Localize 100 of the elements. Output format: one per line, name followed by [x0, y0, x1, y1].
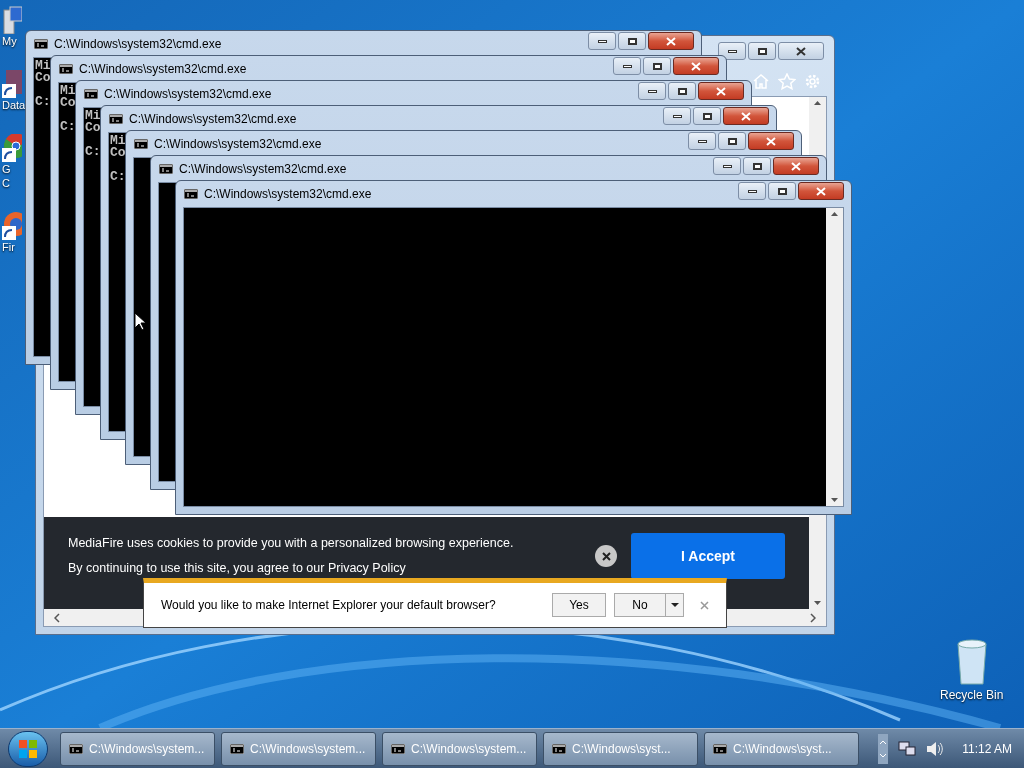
- console-line: Co: [85, 122, 101, 134]
- close-button[interactable]: [648, 32, 694, 50]
- console-prompt: C:: [35, 96, 51, 108]
- volume-icon[interactable]: [926, 740, 945, 757]
- console-icon: [230, 743, 244, 754]
- close-button[interactable]: [773, 157, 819, 175]
- close-icon: [816, 186, 826, 196]
- console-prompt: C:: [85, 146, 101, 158]
- console-prompt: C:: [110, 171, 126, 183]
- close-icon: [601, 551, 611, 561]
- taskbar-button[interactable]: C:\Windows\syst...: [704, 731, 859, 766]
- scroll-up-icon[interactable]: [831, 212, 838, 216]
- close-icon[interactable]: [700, 600, 709, 610]
- minimize-button[interactable]: [738, 182, 766, 200]
- maximize-button[interactable]: [718, 132, 746, 150]
- close-icon: [691, 61, 701, 71]
- star-icon: [778, 72, 796, 90]
- accept-button[interactable]: I Accept: [631, 533, 785, 579]
- computer-icon: [2, 6, 22, 34]
- taskbar-button[interactable]: C:\Windows\system...: [221, 731, 376, 766]
- minimize-button[interactable]: [613, 57, 641, 75]
- icon-label: C: [1, 176, 10, 190]
- icon-label: My: [1, 34, 17, 48]
- taskbar-button[interactable]: C:\Windows\system...: [382, 731, 537, 766]
- console-line: Co: [60, 97, 76, 109]
- close-button[interactable]: [748, 132, 794, 150]
- console-icon: [391, 743, 405, 754]
- minimize-button[interactable]: [718, 42, 746, 60]
- close-button[interactable]: [595, 545, 617, 567]
- cookie-text: MediaFire uses cookies to provide you with a personalized browsing experience.: [68, 535, 515, 553]
- dropdown-button[interactable]: [666, 593, 684, 617]
- window-title: C:\Windows\system32\cmd.exe: [79, 61, 247, 78]
- close-icon: [666, 36, 676, 46]
- taskbar-button[interactable]: C:\Windows\syst...: [543, 731, 698, 766]
- console-icon: [69, 743, 83, 754]
- close-button[interactable]: [798, 182, 844, 200]
- window-title: C:\Windows\system32\cmd.exe: [179, 161, 347, 178]
- scroll-down-icon[interactable]: [831, 498, 838, 502]
- cookie-text: By continuing to use this site, you agree to our Privacy Policy: [68, 560, 407, 577]
- minimize-button[interactable]: [713, 157, 741, 175]
- close-button[interactable]: [778, 42, 824, 60]
- no-button[interactable]: No: [614, 593, 666, 617]
- icon-label: Data: [1, 98, 26, 112]
- close-button[interactable]: [673, 57, 719, 75]
- taskbar-button[interactable]: C:\Windows\system...: [60, 731, 215, 766]
- scroll-down-icon[interactable]: [814, 601, 821, 605]
- caret-icon: [670, 603, 679, 607]
- scroll-right-icon[interactable]: [810, 612, 816, 623]
- yes-button[interactable]: Yes: [552, 593, 606, 617]
- close-icon: [796, 46, 806, 56]
- console-line: Co: [110, 147, 126, 159]
- maximize-button[interactable]: [693, 107, 721, 125]
- minimize-button[interactable]: [663, 107, 691, 125]
- scroll-up-icon[interactable]: [814, 101, 821, 105]
- maximize-button[interactable]: [618, 32, 646, 50]
- console-icon: [109, 114, 123, 124]
- minimize-button[interactable]: [638, 82, 666, 100]
- windows-logo-icon: [18, 738, 38, 759]
- home-icon: [752, 73, 770, 89]
- maximize-button[interactable]: [643, 57, 671, 75]
- close-icon: [716, 86, 726, 96]
- network-icon[interactable]: [898, 740, 917, 757]
- close-button[interactable]: [698, 82, 744, 100]
- close-icon: [766, 136, 776, 146]
- maximize-button[interactable]: [743, 157, 771, 175]
- notification-text: Would you like to make Internet Explorer your default browser?: [161, 597, 497, 614]
- window-title: C:\Windows\system32\cmd.exe: [204, 186, 372, 203]
- maximize-button[interactable]: [668, 82, 696, 100]
- show-hidden-icons-icon[interactable]: [878, 733, 889, 764]
- console-line: Mi: [110, 135, 126, 147]
- window-title: C:\Windows\system32\cmd.exe: [54, 36, 222, 53]
- close-icon: [741, 111, 751, 121]
- start-button[interactable]: [8, 730, 48, 767]
- maximize-button[interactable]: [748, 42, 776, 60]
- console-icon: [59, 64, 73, 74]
- console-icon: [134, 139, 148, 149]
- maximize-button[interactable]: [768, 182, 796, 200]
- settings-icon: [804, 72, 821, 90]
- console-icon: [184, 189, 198, 199]
- console-line: Mi: [85, 110, 101, 122]
- icon-label: Recycle Bin: [940, 687, 1004, 704]
- scroll-left-icon[interactable]: [54, 612, 60, 623]
- minimize-button[interactable]: [688, 132, 716, 150]
- shortcut-icon: [2, 70, 22, 98]
- close-button[interactable]: [723, 107, 769, 125]
- icon-label: G: [1, 162, 11, 176]
- console-icon: [34, 39, 48, 49]
- console-icon: [713, 743, 727, 754]
- console-line: Mi: [35, 60, 51, 72]
- minimize-button[interactable]: [588, 32, 616, 50]
- console-line: Mi: [60, 85, 76, 97]
- console-icon: [84, 89, 98, 99]
- icon-label: Fir: [1, 240, 15, 254]
- clock[interactable]: 11:12 AM: [962, 739, 1012, 758]
- console-icon: [552, 743, 566, 754]
- window-title: C:\Windows\system32\cmd.exe: [154, 136, 322, 153]
- close-icon: [791, 161, 801, 171]
- window-title: C:\Windows\system32\cmd.exe: [129, 111, 297, 128]
- console-prompt: C:: [60, 121, 76, 133]
- window-title: C:\Windows\system32\cmd.exe: [104, 86, 272, 103]
